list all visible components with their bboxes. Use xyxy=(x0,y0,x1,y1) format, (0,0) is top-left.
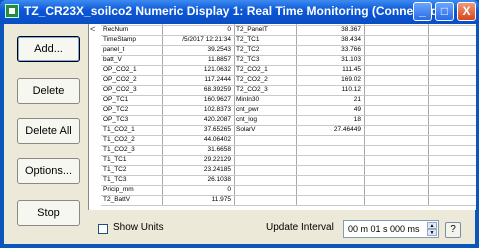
field-value[interactable]: /5/2017 12:21:34 xyxy=(164,35,231,45)
add-button[interactable]: Add... xyxy=(17,36,80,62)
field-value[interactable]: 27.46449 xyxy=(298,125,361,135)
title-bar[interactable]: TZ_CR23X_soilco2 Numeric Display 1: Real… xyxy=(0,0,479,24)
field-name[interactable]: SolarV xyxy=(236,125,296,135)
update-interval-value: 00 m 01 s 000 ms xyxy=(348,224,420,234)
collapse-sidebar-icon[interactable]: < xyxy=(90,24,95,34)
field-name[interactable]: T2_BattV xyxy=(103,195,161,205)
field-value[interactable]: 121.0632 xyxy=(164,65,231,75)
field-name[interactable]: T2_PanelT xyxy=(236,25,296,35)
field-value[interactable]: 111.45 xyxy=(298,65,361,75)
field-name[interactable]: T1_CO2_2 xyxy=(103,135,161,145)
field-name[interactable]: OP_CO2_3 xyxy=(103,85,161,95)
field-value[interactable]: 21 xyxy=(298,95,361,105)
field-value[interactable]: 33.766 xyxy=(298,45,361,55)
app-icon xyxy=(5,4,19,18)
field-name[interactable]: T2_TC2 xyxy=(236,45,296,55)
field-name[interactable]: Pricip_mm xyxy=(103,185,161,195)
field-name[interactable]: OP_TC2 xyxy=(103,105,161,115)
field-name[interactable]: panel_t xyxy=(103,45,161,55)
field-value[interactable]: 110.12 xyxy=(298,85,361,95)
delete-all-button[interactable]: Delete All xyxy=(17,118,80,144)
spin-up-icon[interactable]: ▲ xyxy=(427,222,437,229)
field-name[interactable]: T2_CO2_1 xyxy=(236,65,296,75)
update-interval-spinner[interactable]: ▲ ▼ xyxy=(427,222,437,236)
field-value[interactable]: 38.367 xyxy=(298,25,361,35)
client-area: Add... Delete Delete All Options... Stop… xyxy=(4,24,476,244)
field-name[interactable]: batt_V xyxy=(103,55,161,65)
field-name[interactable]: T2_CO2_2 xyxy=(236,75,296,85)
field-value[interactable]: 169.02 xyxy=(298,75,361,85)
field-value[interactable]: 117.2444 xyxy=(164,75,231,85)
options-button[interactable]: Options... xyxy=(17,158,80,184)
field-name[interactable]: OP_CO2_1 xyxy=(103,65,161,75)
field-name[interactable]: T2_TC1 xyxy=(236,35,296,45)
update-interval-input[interactable]: 00 m 01 s 000 ms ▲ ▼ xyxy=(343,220,439,238)
field-value[interactable]: 68.39259 xyxy=(164,85,231,95)
field-value[interactable]: 44.06402 xyxy=(164,135,231,145)
delete-button[interactable]: Delete xyxy=(17,78,80,104)
field-value[interactable]: 31.6658 xyxy=(164,145,232,155)
field-name[interactable]: OP_TC3 xyxy=(103,115,161,125)
field-value[interactable]: 37.65265 xyxy=(164,125,231,135)
sidebar: Add... Delete Delete All Options... Stop xyxy=(4,24,88,244)
close-button[interactable]: X xyxy=(457,2,476,21)
field-value[interactable]: 160.9627 xyxy=(164,95,231,105)
field-value[interactable]: 39.2543 xyxy=(164,45,232,55)
field-value[interactable]: 26.1038 xyxy=(164,175,232,185)
field-value[interactable]: 420.2087 xyxy=(164,115,231,125)
field-value[interactable]: 49 xyxy=(298,105,361,115)
field-value[interactable]: 11.8857 xyxy=(164,55,231,65)
field-value[interactable]: 102.8373 xyxy=(164,105,231,115)
numeric-display-grid[interactable]: < RecNum 0 TimeStamp/5/2017 12:21:34 panel_… xyxy=(88,24,476,210)
field-name[interactable]: T1_CO2_1 xyxy=(103,125,161,135)
field-value[interactable]: 11.975 xyxy=(164,195,231,205)
field-name[interactable]: T2_CO2_3 xyxy=(236,85,296,95)
app-window: TZ_CR23X_soilco2 Numeric Display 1: Real… xyxy=(0,0,479,248)
stop-button[interactable]: Stop xyxy=(17,200,80,226)
spin-down-icon[interactable]: ▼ xyxy=(427,229,437,236)
field-value[interactable]: 29.22129 xyxy=(164,155,231,165)
field-name[interactable]: T1_TC1 xyxy=(103,155,161,165)
field-value[interactable]: 38.434 xyxy=(298,35,361,45)
field-name[interactable]: MinIn30 xyxy=(236,95,296,105)
field-value[interactable]: 31.103 xyxy=(298,55,361,65)
field-value[interactable]: 23.24185 xyxy=(164,165,231,175)
grid-row-divider xyxy=(101,205,476,206)
window-title: TZ_CR23X_soilco2 Numeric Display 1: Real… xyxy=(24,4,442,18)
field-name[interactable]: cnt_pwr xyxy=(236,105,296,115)
field-value[interactable]: 0 xyxy=(164,185,231,195)
field-name[interactable]: T2_TC3 xyxy=(236,55,296,65)
field-value[interactable]: 18 xyxy=(298,115,361,125)
help-button[interactable]: ? xyxy=(445,222,461,238)
field-name[interactable]: OP_CO2_2 xyxy=(103,75,161,85)
field-name[interactable]: TimeStamp xyxy=(103,35,161,45)
field-name[interactable]: OP_TC1 xyxy=(103,95,161,105)
field-name[interactable]: cnt_log xyxy=(236,115,296,125)
bottom-bar: Show Units Update Interval 00 m 01 s 000… xyxy=(88,210,475,244)
update-interval-label: Update Interval xyxy=(266,222,334,233)
field-value[interactable]: 0 xyxy=(164,25,231,35)
field-name[interactable]: T1_CO2_3 xyxy=(103,145,161,155)
maximize-button[interactable]: □ xyxy=(435,2,454,21)
field-name[interactable]: T1_TC2 xyxy=(103,165,161,175)
field-name[interactable]: RecNum xyxy=(103,25,161,35)
show-units-checkbox[interactable] xyxy=(98,224,108,234)
minimize-button[interactable]: _ xyxy=(413,2,432,21)
show-units-label: Show Units xyxy=(113,222,164,233)
field-name[interactable]: T1_TC3 xyxy=(103,175,161,185)
